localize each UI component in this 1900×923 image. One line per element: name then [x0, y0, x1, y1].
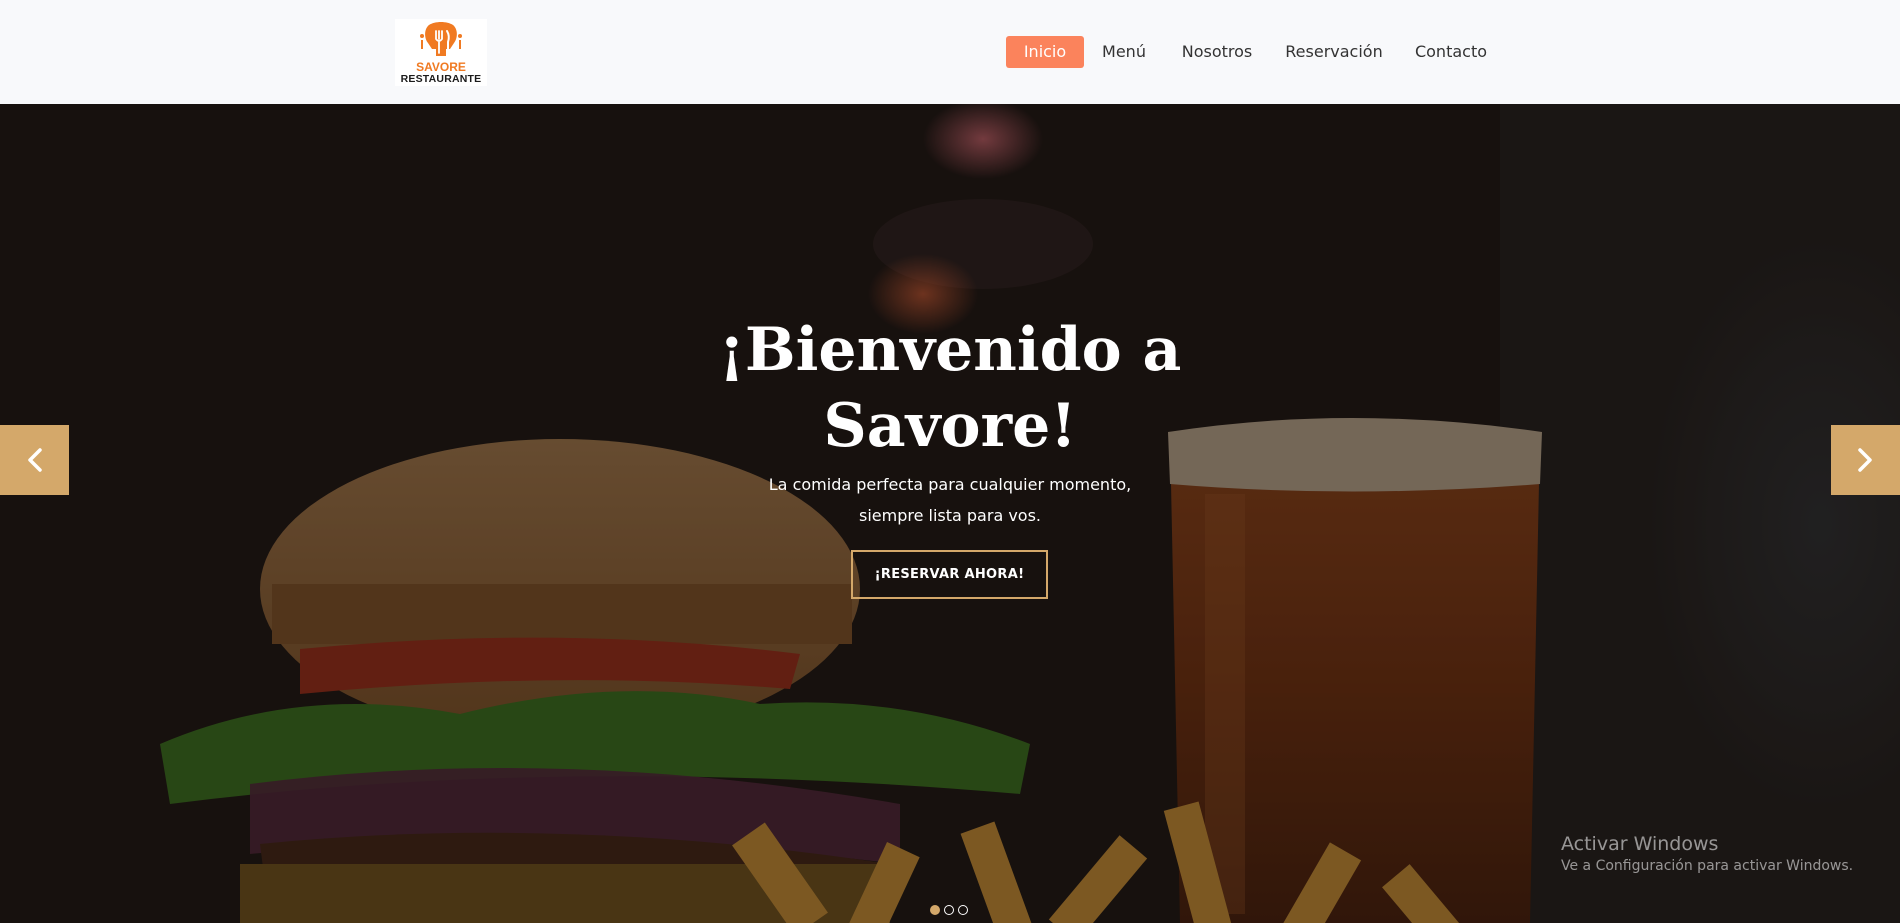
nav-item-contacto[interactable]: Contacto: [1410, 36, 1492, 68]
nav-item-menu[interactable]: Menú: [1096, 36, 1152, 68]
carousel-next-button[interactable]: [1831, 425, 1900, 495]
chevron-left-icon: [28, 448, 42, 472]
hero-subtitle-line2: siempre lista para vos.: [858, 506, 1042, 525]
carousel-dot-2[interactable]: [944, 905, 954, 915]
hero-subtitle-line1: La comida perfecta para cualquier moment…: [768, 475, 1132, 494]
hero-title: ¡Bienvenido a Savore!: [700, 312, 1200, 464]
watermark-subtitle: Ve a Configuración para activar Windows.: [1561, 858, 1854, 874]
site-header: SAVORE RESTAURANTE Inicio Menú Nosotros …: [0, 0, 1900, 104]
carousel-indicators: [930, 905, 970, 917]
carousel-dot-3[interactable]: [958, 905, 968, 915]
nav-item-nosotros[interactable]: Nosotros: [1176, 36, 1258, 68]
windows-activation-watermark: Activar Windows Ve a Configuración para …: [1561, 832, 1853, 876]
hero-title-line2: Savore!: [823, 391, 1077, 461]
main-nav: Inicio Menú Nosotros Reservación Contact…: [0, 0, 1900, 104]
carousel-prev-button[interactable]: [0, 425, 69, 495]
nav-item-reservacion[interactable]: Reservación: [1282, 36, 1386, 68]
nav-item-inicio[interactable]: Inicio: [1006, 36, 1084, 68]
reserve-now-button[interactable]: ¡RESERVAR AHORA!: [851, 550, 1048, 599]
hero-subtitle: La comida perfecta para cualquier moment…: [720, 469, 1180, 531]
hero-title-line1: ¡Bienvenido a: [718, 315, 1182, 385]
chevron-right-icon: [1858, 448, 1872, 472]
watermark-title: Activar Windows: [1561, 833, 1719, 855]
hero-carousel: ¡Bienvenido a Savore! La comida perfecta…: [0, 104, 1900, 923]
carousel-dot-1[interactable]: [930, 905, 940, 915]
